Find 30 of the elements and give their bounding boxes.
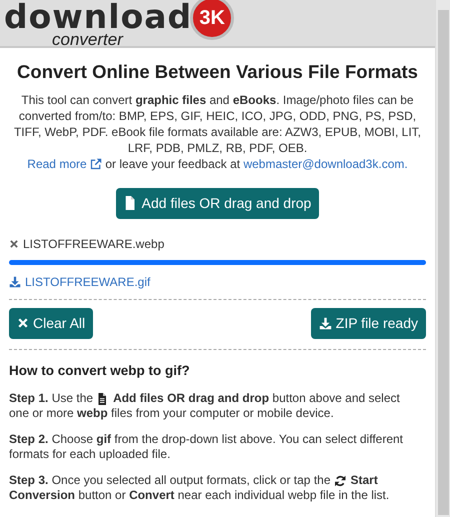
step-text: Conversion button or Convert near each individual webp file in the list. (9, 488, 390, 503)
clear-all-button[interactable]: Clear All (9, 308, 94, 339)
step-text: Start (350, 473, 378, 488)
refresh-icon (334, 474, 346, 486)
file-name: LISTOFFREEWARE.webp (23, 236, 164, 253)
step-text: Step 1. Use the (9, 391, 94, 406)
step-text: one or more webp files from your computer or mobile device. (9, 406, 334, 421)
feedback-text: or leave your feedback at (104, 156, 242, 171)
zip-download-button[interactable]: ZIP file ready (310, 308, 426, 339)
scrollbar[interactable] (435, 0, 450, 517)
step-text: formats for each uploaded file. (9, 447, 170, 462)
read-more-link[interactable]: Read more (27, 156, 102, 171)
email-link[interactable]: webmaster@download3k.com. (243, 156, 408, 171)
download-icon (318, 316, 332, 330)
scrollbar-thumb[interactable] (438, 10, 448, 515)
intro-text: This tool can convert graphic files and eBooks. Image/photo files can be converted from/to: BMP, EPS, GIF, HEIC, ICO, JPG, ODD, PNG, PS, PSD, TIFF, WebP, PDF. eBook file formats available are: AZW3, EPUB, MOBI, LIT, LRF, PDB, PMLZ, RB, PDF, OEB. (12, 92, 422, 156)
logo-badge: 3K (190, 0, 234, 40)
external-link-icon (90, 158, 102, 170)
add-files-button[interactable]: Add files OR drag and drop (116, 188, 320, 219)
close-icon (17, 317, 29, 330)
logo-tagline: converter (52, 33, 124, 46)
page-title: Convert Online Between Various File Formats (16, 60, 419, 84)
step-text: Step 2. Choose gif from the drop-down list above. You can select different (9, 432, 404, 447)
download-icon (9, 276, 21, 288)
remove-icon[interactable] (9, 238, 19, 249)
logo-wordmark: download (4, 0, 192, 33)
step-text: Add files OR drag and drop button above and select (113, 391, 400, 406)
section-heading: How to convert webp to gif? (9, 362, 191, 380)
result-file-link[interactable]: LISTOFFREEWARE.gif (25, 272, 150, 291)
step-text: Step 3. Once you selected all output formats, click or tap the (9, 473, 330, 488)
